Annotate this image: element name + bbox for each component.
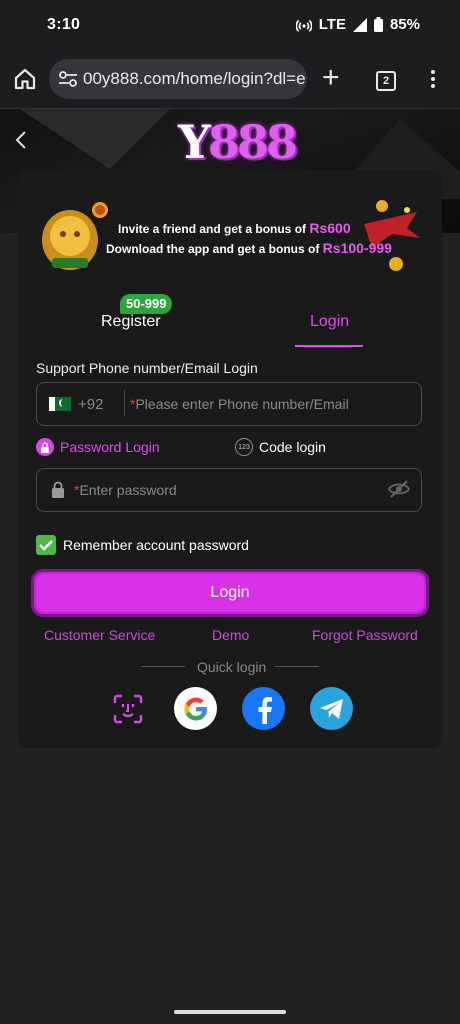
pakistan-flag-icon[interactable] bbox=[49, 397, 71, 411]
promo-line-download: Download the app and get a bonus of Rs10… bbox=[106, 240, 392, 256]
google-icon bbox=[184, 697, 207, 720]
telegram-login-button[interactable] bbox=[310, 687, 353, 730]
promo-line-invite: Invite a friend and get a bonus of Rs600 bbox=[118, 220, 351, 236]
eye-off-icon[interactable] bbox=[388, 480, 410, 498]
mascot-icon bbox=[42, 210, 98, 270]
battery-level: 85% bbox=[389, 16, 420, 33]
new-tab-icon[interactable]: + bbox=[322, 63, 340, 93]
face-id-icon bbox=[113, 694, 142, 723]
tab-switcher-button[interactable]: 2 bbox=[376, 71, 396, 91]
code-login-label: Code login bbox=[259, 439, 326, 455]
password-login-label: Password Login bbox=[60, 439, 160, 455]
coin-icon bbox=[376, 200, 388, 212]
forgot-password-link[interactable]: Forgot Password bbox=[312, 627, 418, 643]
address-bar[interactable]: 00y888.com/home/login?dl=e bbox=[49, 59, 307, 99]
login-button-label: Login bbox=[210, 584, 250, 601]
register-bonus-badge: 50-999 bbox=[120, 294, 173, 314]
tab-login[interactable]: Login bbox=[310, 313, 349, 331]
google-login-button[interactable] bbox=[174, 687, 217, 730]
country-dial-code[interactable]: +92 bbox=[78, 396, 103, 413]
password-login-option[interactable]: Password Login bbox=[36, 438, 160, 456]
login-button[interactable]: Login bbox=[31, 569, 429, 617]
quick-login-label: Quick login bbox=[197, 659, 267, 675]
support-label: Support Phone number/Email Login bbox=[36, 360, 258, 376]
site-logo: Y888 bbox=[178, 115, 298, 169]
telegram-icon bbox=[319, 698, 343, 719]
tab-register[interactable]: Register bbox=[101, 313, 161, 331]
more-menu-icon[interactable] bbox=[430, 70, 436, 91]
hotspot-icon bbox=[295, 19, 312, 32]
remember-checkbox[interactable] bbox=[36, 535, 56, 555]
status-icons: LTE 85% bbox=[295, 16, 420, 33]
phone-email-placeholder: *Please enter Phone number/Email bbox=[130, 396, 349, 412]
customer-service-link[interactable]: Customer Service bbox=[44, 627, 155, 643]
password-placeholder: *Enter password bbox=[74, 482, 177, 498]
battery-icon bbox=[373, 17, 383, 32]
signal-icon bbox=[352, 17, 367, 32]
quick-login-divider-left bbox=[141, 666, 185, 667]
facebook-login-button[interactable] bbox=[242, 687, 285, 730]
browser-toolbar: 00y888.com/home/login?dl=e + 2 bbox=[0, 50, 460, 109]
promo-banner[interactable] bbox=[22, 196, 422, 276]
lock-icon bbox=[36, 438, 54, 456]
input-divider bbox=[124, 390, 125, 416]
url-text: 00y888.com/home/login?dl=e bbox=[83, 69, 306, 88]
network-type: LTE bbox=[318, 16, 346, 33]
numeric-code-icon: 123 bbox=[235, 438, 253, 456]
active-tab-indicator bbox=[295, 345, 363, 347]
password-lock-icon bbox=[52, 481, 64, 498]
site-settings-icon[interactable] bbox=[58, 70, 78, 88]
status-bar: 3:10 LTE 85% bbox=[0, 0, 460, 50]
remember-label: Remember account password bbox=[63, 537, 249, 553]
status-time: 3:10 bbox=[47, 16, 81, 33]
facebook-icon bbox=[258, 696, 272, 724]
invite-bonus-amount: Rs600 bbox=[309, 220, 351, 236]
gesture-nav-handle[interactable] bbox=[174, 1010, 286, 1014]
quick-login-divider-right bbox=[275, 666, 319, 667]
face-id-login-button[interactable] bbox=[106, 687, 149, 730]
coin-icon bbox=[389, 257, 403, 271]
back-arrow-icon[interactable] bbox=[12, 129, 30, 151]
demo-link[interactable]: Demo bbox=[212, 627, 249, 643]
home-icon[interactable] bbox=[13, 67, 37, 91]
coin-icon bbox=[92, 202, 108, 218]
code-login-option[interactable]: 123 Code login bbox=[235, 438, 326, 456]
download-bonus-amount: Rs100-999 bbox=[322, 240, 392, 256]
